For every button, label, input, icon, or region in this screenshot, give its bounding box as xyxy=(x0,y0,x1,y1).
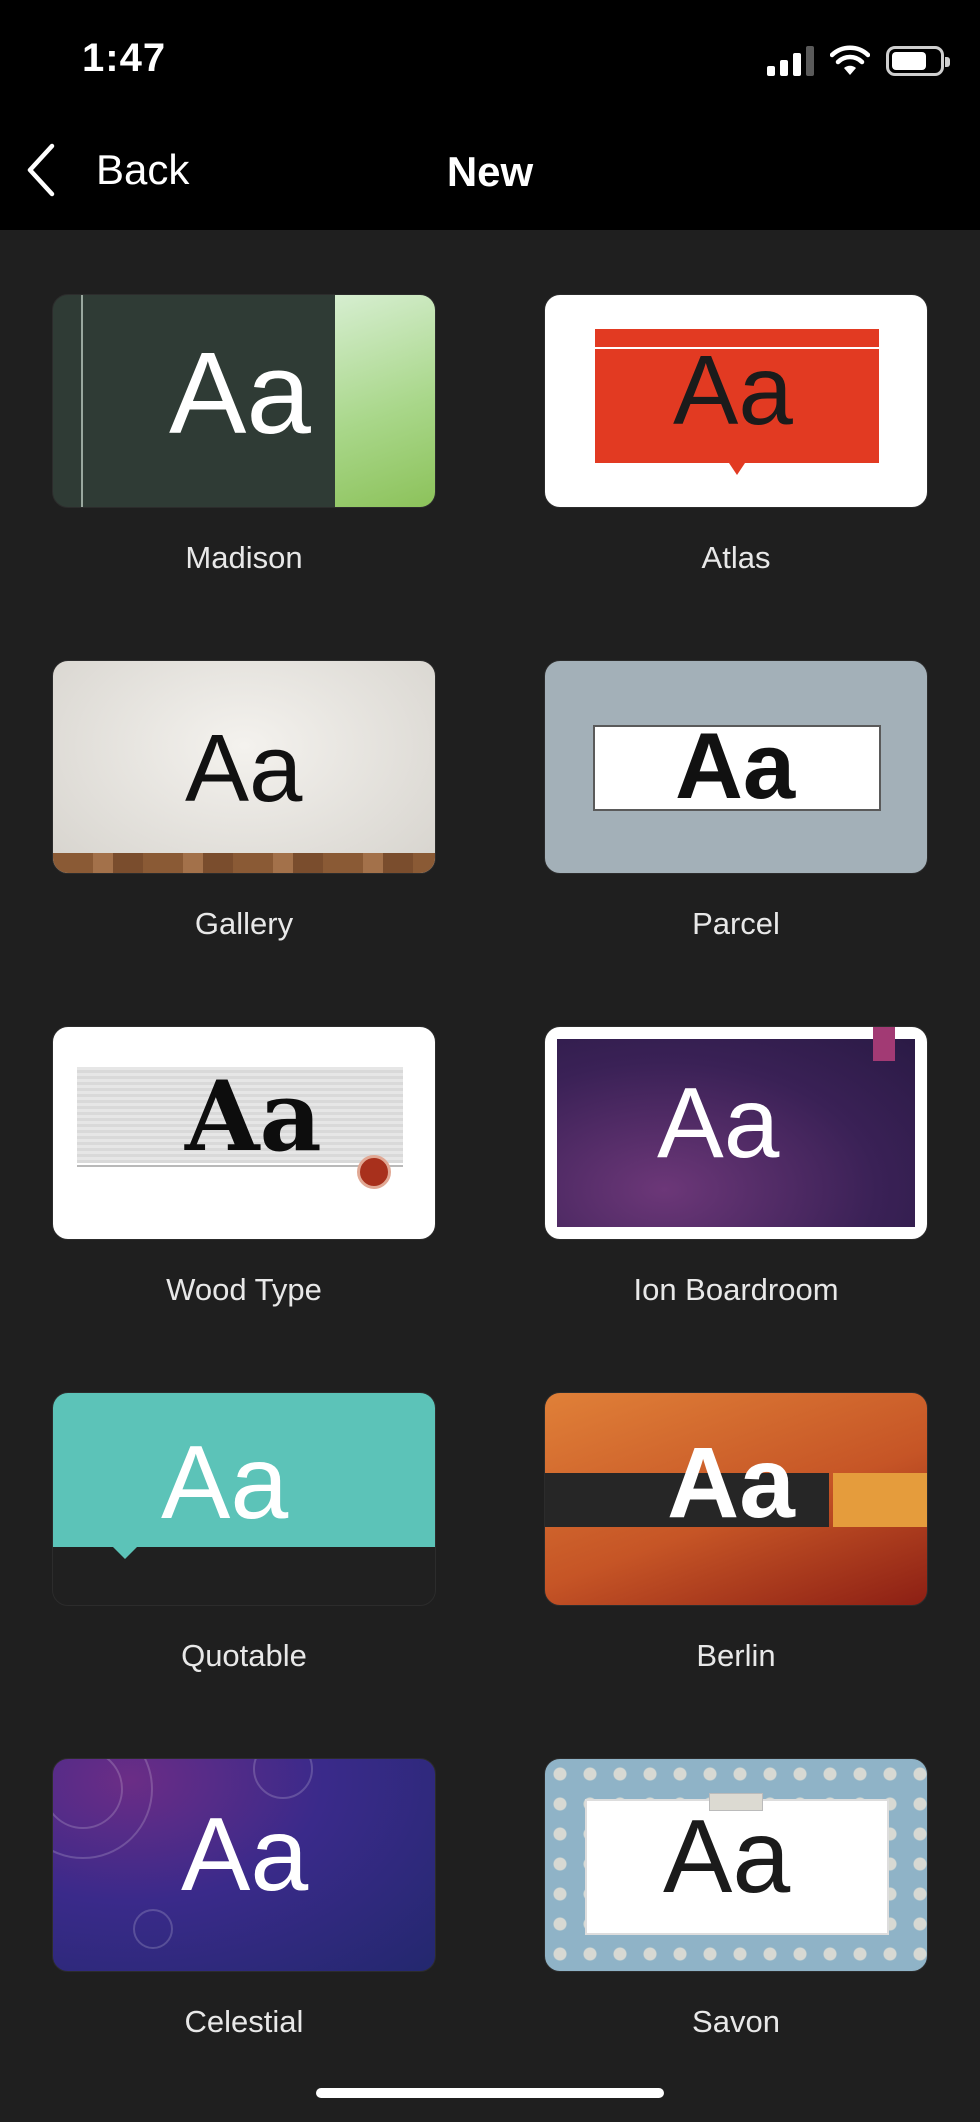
template-thumbnail: Aa xyxy=(52,294,436,508)
seal-icon xyxy=(357,1155,391,1189)
template-label: Quotable xyxy=(181,1638,307,1673)
template-label: Ion Boardroom xyxy=(633,1272,839,1307)
template-gallery[interactable]: Aa Gallery xyxy=(52,660,436,941)
template-label: Berlin xyxy=(696,1638,776,1673)
template-label: Atlas xyxy=(701,540,771,575)
wifi-icon xyxy=(830,45,870,75)
template-wood-type[interactable]: Aa Wood Type xyxy=(52,1026,436,1307)
template-thumbnail: Aa xyxy=(52,1392,436,1606)
template-thumbnail: Aa xyxy=(544,1026,928,1240)
sample-text: Aa xyxy=(185,1060,322,1173)
template-label: Savon xyxy=(692,2004,780,2039)
home-indicator[interactable] xyxy=(316,2088,664,2098)
sample-text: Aa xyxy=(675,713,796,818)
sample-text: Aa xyxy=(673,335,793,445)
cellular-signal-icon xyxy=(767,46,814,76)
template-quotable[interactable]: Aa Quotable xyxy=(52,1392,436,1673)
sample-text: Aa xyxy=(161,1425,289,1541)
template-thumbnail: Aa xyxy=(544,660,928,874)
top-bar: 1:47 Back New xyxy=(0,0,980,230)
template-thumbnail: Aa xyxy=(52,1758,436,1972)
sample-text: Aa xyxy=(663,1799,791,1915)
template-berlin[interactable]: Aa Berlin xyxy=(544,1392,928,1673)
sample-text: Aa xyxy=(185,715,303,822)
battery-icon xyxy=(886,46,950,76)
template-celestial[interactable]: Aa Celestial xyxy=(52,1758,436,2039)
template-thumbnail: Aa xyxy=(544,1758,928,1972)
sample-text: Aa xyxy=(667,1427,795,1539)
template-ion-boardroom[interactable]: Aa Ion Boardroom xyxy=(544,1026,928,1307)
sample-text: Aa xyxy=(657,1067,780,1179)
template-label: Madison xyxy=(185,540,303,575)
template-madison[interactable]: Aa Madison xyxy=(52,294,436,575)
sample-text: Aa xyxy=(169,328,311,458)
template-label: Wood Type xyxy=(166,1272,322,1307)
template-label: Celestial xyxy=(184,2004,304,2039)
template-thumbnail: Aa xyxy=(544,1392,928,1606)
template-savon[interactable]: Aa Savon xyxy=(544,1758,928,2039)
template-thumbnail: Aa xyxy=(52,660,436,874)
status-icons xyxy=(767,44,950,78)
template-thumbnail: Aa xyxy=(544,294,928,508)
template-label: Gallery xyxy=(194,906,294,941)
template-thumbnail: Aa xyxy=(52,1026,436,1240)
status-time: 1:47 xyxy=(82,36,167,80)
page-title: New xyxy=(446,148,534,195)
template-label: Parcel xyxy=(692,906,780,941)
template-atlas[interactable]: Aa Atlas xyxy=(544,294,928,575)
sample-text: Aa xyxy=(181,1797,309,1913)
template-parcel[interactable]: Aa Parcel xyxy=(544,660,928,941)
